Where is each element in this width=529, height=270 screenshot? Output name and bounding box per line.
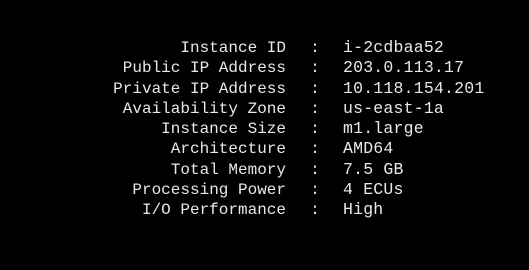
info-value: i-2cdbaa52: [343, 38, 445, 57]
info-value: 10.118.154.201: [343, 78, 485, 98]
info-row-availability-zone: Availability Zone : us-east-1a: [0, 99, 529, 119]
info-label: Architecture: [170, 140, 286, 159]
terminal-screen: Instance ID : i-2cdbaa52 Public IP Addre…: [0, 0, 529, 270]
info-row-private-ip: Private IP Address : 10.118.154.201: [0, 79, 529, 99]
info-row-processing-power: Processing Power : 4 ECUs: [0, 180, 529, 200]
info-separator: :: [310, 99, 320, 118]
instance-info-table: Instance ID : i-2cdbaa52 Public IP Addre…: [0, 38, 529, 221]
info-value: 4 ECUs: [343, 180, 404, 200]
info-row-instance-size: Instance Size : m1.large: [0, 119, 529, 139]
info-label: Instance Size: [161, 120, 286, 139]
info-separator: :: [310, 59, 320, 78]
info-separator: :: [310, 160, 320, 179]
info-row-public-ip: Public IP Address : 203.0.113.17: [0, 58, 529, 78]
info-label: Private IP Address: [113, 79, 286, 98]
info-label: Availability Zone: [122, 99, 286, 118]
info-value: AMD64: [343, 139, 394, 159]
info-label: I/O Performance: [141, 201, 286, 220]
info-value: us-east-1a: [343, 98, 445, 118]
info-label: Total Memory: [170, 160, 286, 179]
info-row-total-memory: Total Memory : 7.5 GB: [0, 160, 529, 180]
info-separator: :: [310, 79, 320, 98]
info-value: m1.large: [343, 119, 424, 139]
info-row-io-performance: I/O Performance : High: [0, 200, 529, 220]
info-row-architecture: Architecture : AMD64: [0, 139, 529, 159]
info-label: Instance ID: [180, 39, 286, 57]
info-separator: :: [310, 140, 320, 159]
info-separator: :: [310, 39, 320, 57]
info-value: High: [343, 200, 384, 220]
info-row-instance-id: Instance ID : i-2cdbaa52: [0, 38, 529, 58]
info-separator: :: [310, 181, 320, 200]
info-label: Processing Power: [132, 181, 286, 200]
info-value: 203.0.113.17: [343, 58, 465, 78]
info-label: Public IP Address: [122, 59, 286, 78]
info-separator: :: [310, 201, 320, 220]
info-value: 7.5 GB: [343, 159, 404, 179]
info-separator: :: [310, 120, 320, 139]
